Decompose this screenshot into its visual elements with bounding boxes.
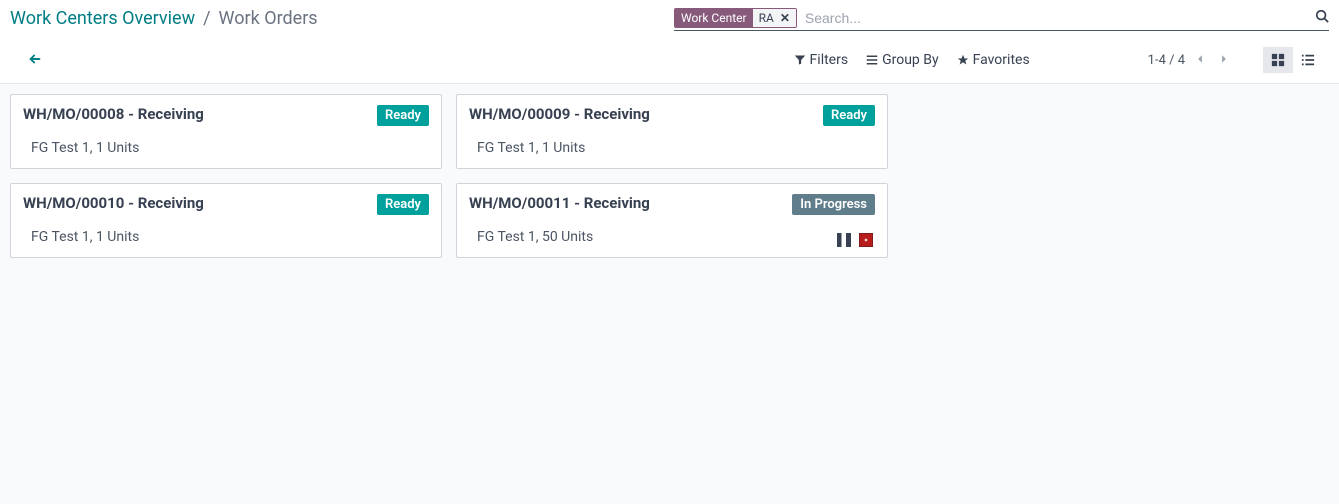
search-facet-remove-icon[interactable]: ✕ — [778, 9, 796, 27]
search-bar[interactable]: Work Center RA ✕ — [674, 6, 1329, 31]
toolbar-right: Filters Group By Favorites 1-4 / 4 — [794, 47, 1329, 73]
list-view-button[interactable] — [1293, 47, 1323, 73]
card-title: WH/MO/00009 - Receiving — [469, 105, 650, 123]
kanban-view-button[interactable] — [1263, 47, 1293, 73]
search-icon[interactable] — [1313, 9, 1329, 27]
status-badge: Ready — [823, 105, 875, 126]
card-header: WH/MO/00011 - Receiving In Progress — [469, 194, 875, 215]
card-subtitle: FG Test 1, 1 Units — [469, 140, 875, 156]
pager-next-button[interactable] — [1215, 50, 1233, 70]
card-subtitle: FG Test 1, 50 Units — [469, 229, 875, 245]
groupby-label: Group By — [882, 52, 939, 68]
work-order-card[interactable]: WH/MO/00009 - Receiving Ready FG Test 1,… — [456, 94, 888, 169]
block-icon[interactable] — [859, 233, 873, 247]
pause-icon[interactable] — [837, 233, 851, 247]
toolbar-row: Filters Group By Favorites 1-4 / 4 — [0, 35, 1339, 83]
header-row: Work Centers Overview / Work Orders Work… — [0, 0, 1339, 35]
view-switcher — [1263, 47, 1323, 73]
card-title: WH/MO/00008 - Receiving — [23, 105, 204, 123]
card-subtitle: FG Test 1, 1 Units — [23, 229, 429, 245]
breadcrumb-link-work-centers-overview[interactable]: Work Centers Overview — [10, 8, 195, 29]
breadcrumb: Work Centers Overview / Work Orders — [10, 8, 318, 29]
card-subtitle: FG Test 1, 1 Units — [23, 140, 429, 156]
kanban-area: WH/MO/00008 - Receiving Ready FG Test 1,… — [0, 84, 1339, 504]
work-order-card[interactable]: WH/MO/00010 - Receiving Ready FG Test 1,… — [10, 183, 442, 258]
card-header: WH/MO/00008 - Receiving Ready — [23, 105, 429, 126]
work-order-card[interactable]: WH/MO/00011 - Receiving In Progress FG T… — [456, 183, 888, 258]
search-input[interactable] — [803, 8, 1313, 28]
pager: 1-4 / 4 — [1148, 50, 1233, 70]
back-button[interactable] — [22, 49, 48, 72]
pager-text: 1-4 / 4 — [1148, 53, 1185, 68]
card-action-icons — [837, 233, 873, 247]
favorites-button[interactable]: Favorites — [957, 52, 1030, 68]
card-header: WH/MO/00010 - Receiving Ready — [23, 194, 429, 215]
search-facet-work-center[interactable]: Work Center RA ✕ — [674, 8, 797, 28]
search-facet-value: RA — [753, 9, 778, 27]
search-facet-label: Work Center — [675, 9, 753, 27]
work-order-card[interactable]: WH/MO/00008 - Receiving Ready FG Test 1,… — [10, 94, 442, 169]
status-badge: In Progress — [792, 194, 875, 215]
card-title: WH/MO/00011 - Receiving — [469, 194, 650, 212]
breadcrumb-separator: / — [203, 8, 210, 29]
status-badge: Ready — [377, 194, 429, 215]
filters-label: Filters — [810, 52, 849, 68]
card-title: WH/MO/00010 - Receiving — [23, 194, 204, 212]
status-badge: Ready — [377, 105, 429, 126]
groupby-button[interactable]: Group By — [866, 52, 939, 68]
card-header: WH/MO/00009 - Receiving Ready — [469, 105, 875, 126]
pager-prev-button[interactable] — [1191, 50, 1209, 70]
filters-button[interactable]: Filters — [794, 52, 849, 68]
favorites-label: Favorites — [973, 52, 1030, 68]
breadcrumb-current: Work Orders — [219, 8, 318, 29]
